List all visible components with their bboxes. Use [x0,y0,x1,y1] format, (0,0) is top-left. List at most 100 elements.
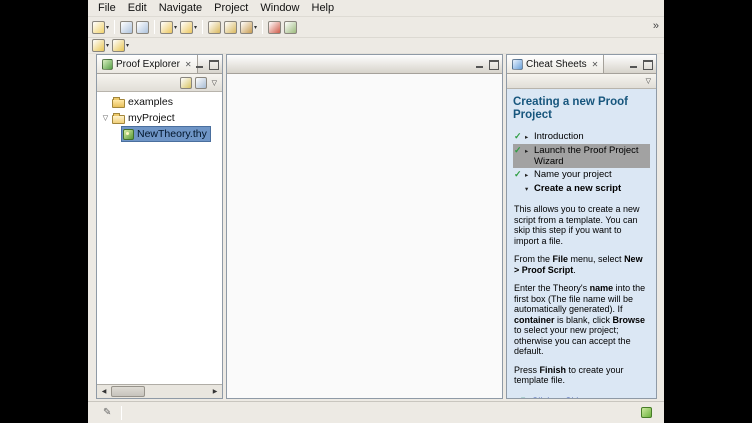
cheatsheet-step[interactable]: ✓▸Launch the Proof Project Wizard [513,144,650,168]
toolbar-separator [154,20,155,34]
cheatsheet-steps: ✓▸Introduction✓▸Launch the Proof Project… [513,130,650,196]
toolbar-separator [114,20,115,34]
tab-cheat-sheets[interactable]: Cheat Sheets ✕ [507,55,604,73]
tree-item-label: NewTheory.thy [137,128,207,140]
tree-item-content: examples [111,95,176,109]
menu-item-navigate[interactable]: Navigate [153,1,208,15]
close-icon[interactable]: ✕ [592,60,599,69]
dropdown-arrow-icon: ▾ [126,42,129,49]
tree-item-content: NewTheory.thy [121,126,211,142]
editor-canvas[interactable] [227,74,502,398]
tab-proof-explorer[interactable]: Proof Explorer ✕ [97,55,198,73]
redo-icon[interactable]: ▾ [179,19,198,36]
next-step-icon[interactable] [223,19,238,36]
toolbar-overflow-chevron[interactable]: » [653,20,659,32]
scroll-thumb[interactable] [111,386,145,397]
view-menu-icon[interactable]: ▽ [210,79,219,87]
step-expanded-icon: ▾ [525,183,534,195]
dropdown-arrow-icon: ▾ [174,24,177,31]
folder-open-icon [112,115,125,124]
tree-item-label: examples [128,96,173,108]
toolbar-separator [202,20,203,34]
view-window-buttons [193,58,220,70]
prev-step-icon[interactable] [207,19,222,36]
scroll-right-icon[interactable]: ▶ [208,385,222,398]
main-toolbar: ▾ ▾ ▾ ▾ » [88,17,664,38]
minimize-icon[interactable] [627,58,639,70]
view-menu-icon[interactable]: ▽ [644,77,653,85]
paragraph-text: Finish [540,365,567,375]
tree-item-newtheory-thy[interactable]: NewTheory.thy [97,126,222,142]
main-toolbar-icons: ▾ ▾ ▾ ▾ [91,19,298,36]
horizontal-scrollbar[interactable]: ◀ ▶ [97,384,222,398]
save-icon[interactable] [119,19,134,36]
explorer-tree: examples ▽ myProject NewTheory.thy [97,92,222,384]
maximize-icon[interactable] [488,58,500,70]
tree-item-examples[interactable]: examples [97,94,222,110]
tree-item-label: myProject [128,112,175,124]
paragraph-text: name [590,283,614,293]
cheatsheet-paragraph: Press Finish to create your template fil… [514,365,649,386]
dropdown-arrow-icon: ▾ [254,24,257,31]
back-icon-glyph [92,39,105,52]
close-icon[interactable]: ✕ [185,60,192,69]
menu-item-window[interactable]: Window [254,1,305,15]
dropdown-arrow-icon: ▾ [106,42,109,49]
goto-icon-glyph [240,21,253,34]
scroll-left-icon[interactable]: ◀ [97,385,111,398]
collapse-all-icon[interactable] [180,77,192,89]
step-collapsed-icon: ▸ [525,131,534,143]
cheat-sheets-icon [512,59,523,70]
scroll-track[interactable] [111,385,208,398]
paragraph-text: . [573,265,576,275]
paragraph-text: From the [514,254,553,264]
new-wizard-icon[interactable]: ▾ [91,19,110,36]
menu-item-file[interactable]: File [92,1,122,15]
save-all-icon[interactable] [135,19,150,36]
restart-icon[interactable] [283,19,298,36]
menu-item-project[interactable]: Project [208,1,254,15]
link-with-editor-icon[interactable] [195,77,207,89]
goto-icon[interactable]: ▾ [239,19,258,36]
step-label: Name your project [534,169,612,180]
status-right-icon[interactable] [641,407,652,418]
cheatsheet-paragraph: From the File menu, select New > Proof S… [514,254,649,275]
interrupt-icon[interactable] [267,19,282,36]
paragraph-text: container [514,315,555,325]
back-icon[interactable]: ▾ [91,37,110,54]
save-all-icon-glyph [136,21,149,34]
skip-link[interactable]: ↴ Click to Skip [519,397,648,399]
dropdown-arrow-icon: ▾ [194,24,197,31]
maximize-icon[interactable] [208,58,220,70]
interrupt-icon-glyph [268,21,281,34]
paragraph-text: This allows you to create a new script f… [514,204,640,246]
explorer-local-toolbar: ▽ [97,74,222,92]
cheatsheet-paragraph: Enter the Theory's name into the first b… [514,283,649,357]
step-label: Create a new script [534,183,621,194]
paragraph-text: Press [514,365,540,375]
proof-explorer-tabstrip: Proof Explorer ✕ [97,55,222,74]
tab-label: Cheat Sheets [526,59,587,70]
minimize-icon[interactable] [193,58,205,70]
cheatsheet-paragraph: This allows you to create a new script f… [514,204,649,246]
cheatsheet-step[interactable]: ✓▸Introduction [513,130,650,144]
tree-item-myproject[interactable]: ▽ myProject [97,110,222,126]
menu-item-help[interactable]: Help [306,1,341,15]
forward-icon[interactable]: ▾ [111,37,130,54]
restart-icon-glyph [284,21,297,34]
step-check-icon: ✓ [514,145,525,156]
cheatsheet-step[interactable]: ✓▸Name your project [513,168,650,182]
workbench-area: Proof Explorer ✕ ▽ examples ▽ myProject New… [88,54,664,401]
step-check-icon: ✓ [514,131,525,142]
cheatsheet-step[interactable]: ▾Create a new script [513,182,650,196]
paragraph-text: menu, select [568,254,624,264]
cheat-sheets-view: Cheat Sheets ✕ ▽ Creating a new Proof Pr… [506,54,657,399]
new-wizard-icon-glyph [92,21,105,34]
minimize-icon[interactable] [473,58,485,70]
skip-label: Click to Skip [531,397,583,399]
maximize-icon[interactable] [642,58,654,70]
tree-expander-icon[interactable]: ▽ [100,114,111,122]
menu-item-edit[interactable]: Edit [122,1,153,15]
editor-area [226,54,503,399]
undo-icon[interactable]: ▾ [159,19,178,36]
